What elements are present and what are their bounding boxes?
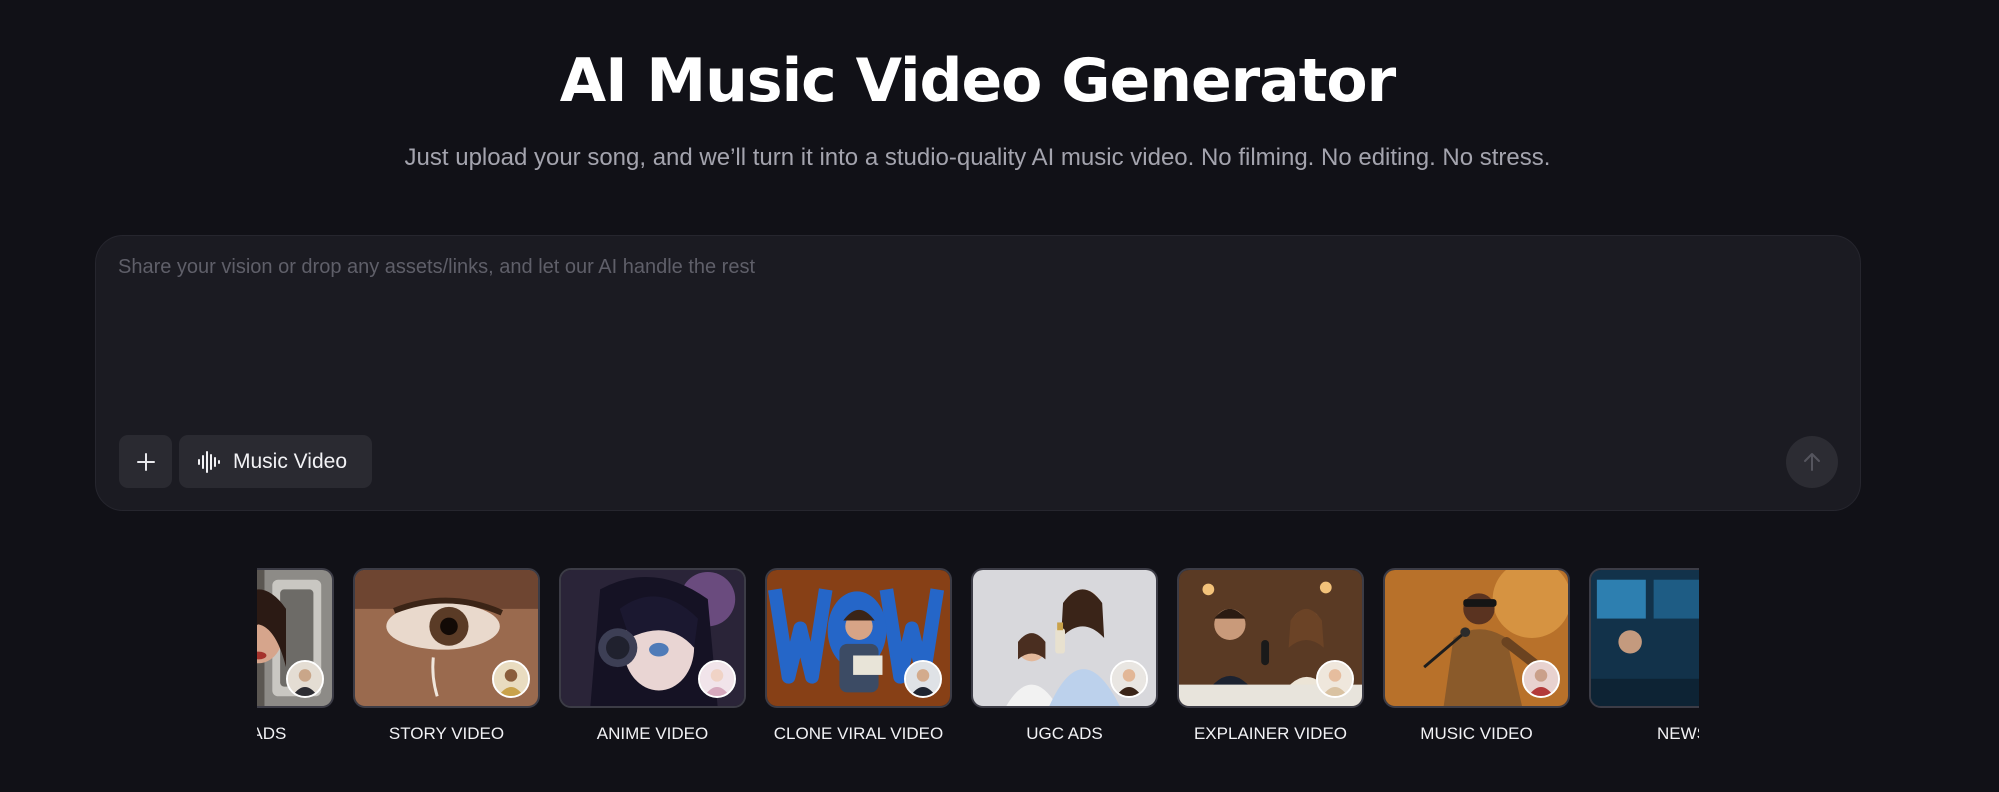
page-title: AI Music Video Generator	[559, 46, 1396, 116]
template-thumbnail	[765, 568, 952, 708]
page: AI Music Video Generator Just upload you…	[0, 0, 1999, 792]
creator-avatar	[1316, 660, 1354, 698]
creator-avatar	[1522, 660, 1560, 698]
music-video-mode-button[interactable]: Music Video	[179, 435, 372, 488]
template-label: MUSIC VIDEO	[1420, 724, 1533, 743]
creator-avatar	[904, 660, 942, 698]
creator-avatar	[492, 660, 530, 698]
template-label: EXPLAINER VIDEO	[1193, 724, 1348, 743]
template-carousel[interactable]: VIDEO ADS	[257, 568, 1699, 758]
audio-waveform-icon	[198, 450, 220, 473]
template-card-news[interactable]: NEWS	[1589, 568, 1699, 744]
prompt-input[interactable]	[118, 256, 1838, 406]
template-thumbnail	[1177, 568, 1364, 708]
prompt-panel: Music Video	[95, 235, 1861, 511]
template-thumbnail	[353, 568, 540, 708]
plus-icon	[136, 452, 155, 471]
template-label: UGC ADS	[1026, 724, 1103, 743]
template-label: ANIME VIDEO	[596, 724, 709, 743]
template-thumbnail	[257, 568, 334, 708]
creator-avatar	[698, 660, 736, 698]
creator-avatar	[286, 660, 324, 698]
arrow-up-icon	[1804, 453, 1820, 471]
template-card-anime-video[interactable]: ANIME VIDEO	[559, 568, 746, 744]
template-thumbnail	[1589, 568, 1699, 708]
template-card-explainer-video[interactable]: EXPLAINER VIDEO	[1177, 568, 1364, 744]
template-label: CLONE VIRAL VIDEO	[773, 724, 944, 743]
template-thumbnail	[559, 568, 746, 708]
template-thumbnail	[971, 568, 1158, 708]
send-button[interactable]	[1786, 436, 1838, 488]
page-subtitle: Just upload your song, and we’ll turn it…	[404, 144, 1551, 171]
template-label: VIDEO ADS	[257, 724, 287, 743]
template-card-video-ads[interactable]: VIDEO ADS	[257, 568, 334, 744]
template-thumbnail	[1383, 568, 1570, 708]
creator-avatar	[1110, 660, 1148, 698]
mode-label: Music Video	[233, 449, 348, 473]
template-label: STORY VIDEO	[388, 724, 505, 743]
template-track: VIDEO ADS	[257, 568, 1699, 744]
add-asset-button[interactable]	[119, 435, 172, 488]
template-card-story-video[interactable]: STORY VIDEO	[353, 568, 540, 744]
template-card-ugc-ads[interactable]: UGC ADS	[971, 568, 1158, 744]
template-card-clone-viral-video[interactable]: CLONE VIRAL VIDEO	[765, 568, 952, 744]
template-card-music-video[interactable]: MUSIC VIDEO	[1383, 568, 1570, 744]
template-label: NEWS	[1657, 724, 1699, 743]
